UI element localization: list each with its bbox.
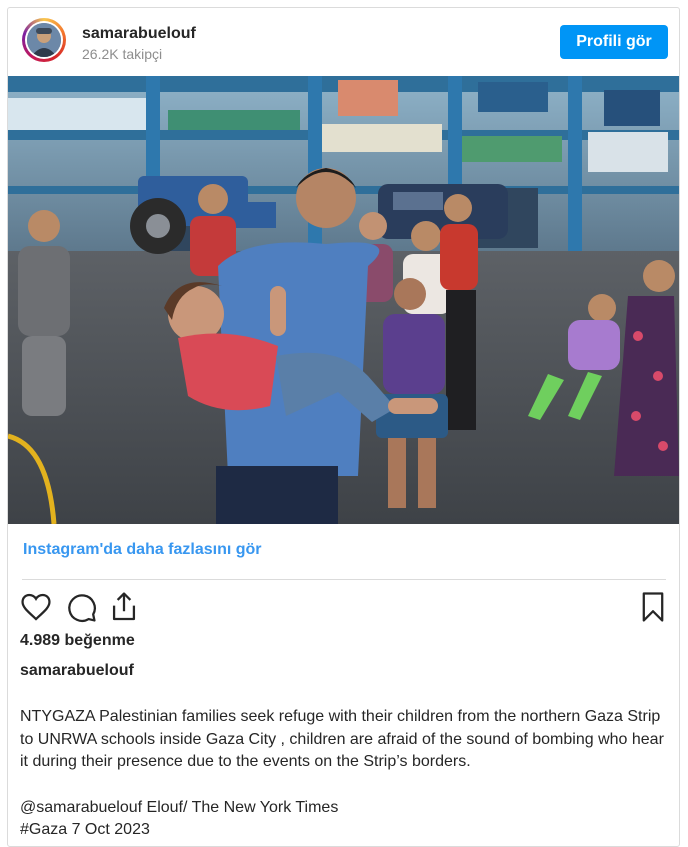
view-more-on-instagram-link[interactable]: Instagram'da daha fazlasını gör [23, 541, 262, 559]
action-bar [8, 588, 679, 628]
instagram-embed-card: samarabuelouf 26.2K takipçi Profili gör [7, 7, 680, 847]
bookmark-icon[interactable] [636, 590, 670, 624]
like-count[interactable]: 4.989 beğenme [20, 632, 135, 650]
follower-count: 26.2K takipçi [82, 46, 163, 62]
share-icon[interactable] [107, 590, 141, 624]
username[interactable]: samarabuelouf [82, 25, 196, 43]
post-photo[interactable] [8, 76, 679, 524]
caption-credit: @samarabuelouf Elouf/ The New York Times [20, 799, 339, 816]
caption-text: NTYGAZA Palestinian families seek refuge… [20, 708, 664, 770]
divider [22, 579, 666, 580]
post-header: samarabuelouf 26.2K takipçi Profili gör [8, 8, 679, 76]
avatar-photo [27, 23, 61, 57]
heart-icon[interactable] [19, 590, 53, 624]
caption-username[interactable]: samarabuelouf [20, 662, 134, 680]
avatar[interactable] [22, 18, 66, 62]
view-profile-button[interactable]: Profili gör [560, 25, 668, 59]
caption-hashtag[interactable]: #Gaza 7 Oct 2023 [20, 819, 150, 841]
comment-icon[interactable] [64, 590, 98, 624]
